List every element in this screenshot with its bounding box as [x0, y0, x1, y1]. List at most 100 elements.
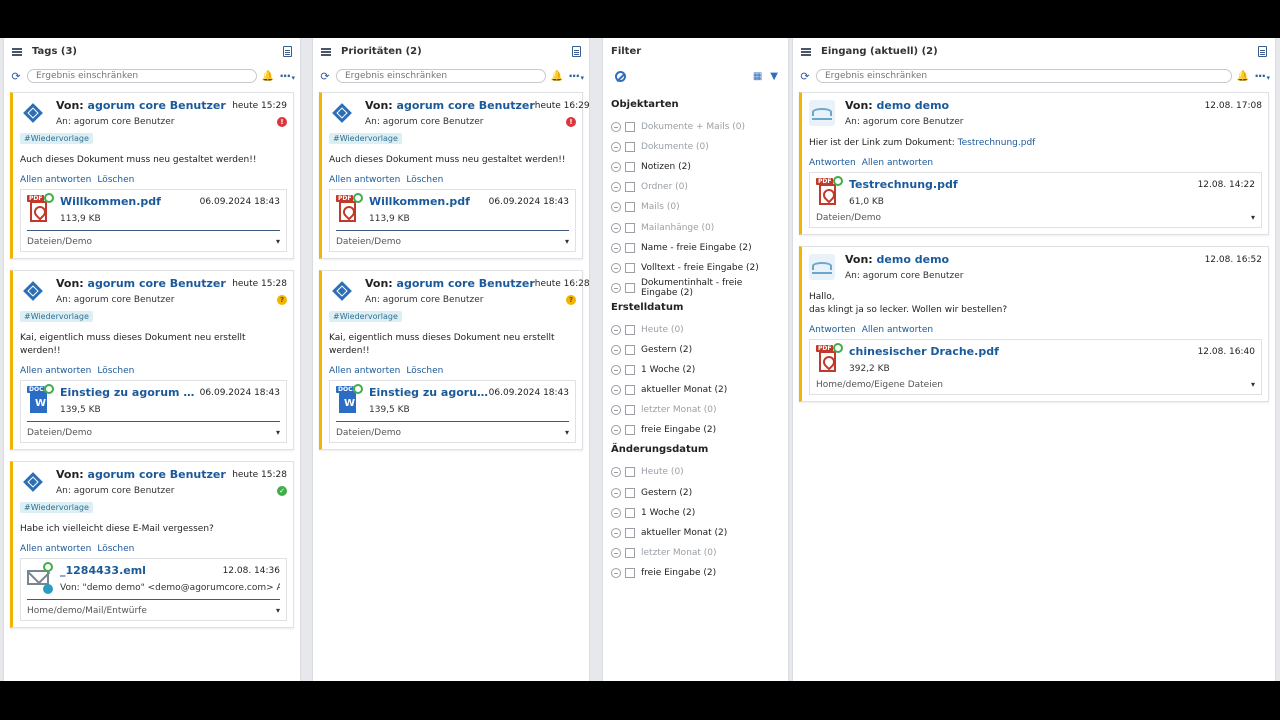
- filter-item[interactable]: Mails (0): [611, 197, 780, 217]
- filter-item[interactable]: freie Eingabe (2): [611, 563, 780, 583]
- checkbox-icon[interactable]: [625, 202, 635, 213]
- tag-badge[interactable]: #Wiedervorlage: [20, 133, 93, 144]
- minus-circle-icon[interactable]: [611, 385, 621, 396]
- attachment-name[interactable]: _1284433.eml: [60, 564, 146, 577]
- checkbox-icon[interactable]: [625, 405, 635, 416]
- checkbox-icon[interactable]: [625, 344, 635, 355]
- reply-all-link[interactable]: Allen antworten: [862, 325, 933, 335]
- filter-icon[interactable]: ▼: [770, 71, 778, 82]
- minus-circle-icon[interactable]: [611, 405, 621, 416]
- filter-item[interactable]: Volltext - freie Eingabe (2): [611, 258, 780, 278]
- minus-circle-icon[interactable]: [611, 242, 621, 253]
- path-text[interactable]: Dateien/Demo: [27, 428, 92, 438]
- path-text[interactable]: Dateien/Demo: [816, 213, 881, 223]
- refresh-icon[interactable]: ⟳: [799, 70, 811, 83]
- checkbox-icon[interactable]: [625, 527, 635, 538]
- filter-item[interactable]: Ordner (0): [611, 177, 780, 197]
- filter-item[interactable]: letzter Monat (0): [611, 400, 780, 420]
- attachment[interactable]: DOCX Einstieg zu agorum core....06.09.202…: [20, 380, 287, 443]
- checkbox-icon[interactable]: [625, 487, 635, 498]
- minus-circle-icon[interactable]: [611, 507, 621, 518]
- sender-name[interactable]: agorum core Benutzer: [88, 99, 226, 112]
- sender-name[interactable]: agorum core Benutzer: [88, 277, 226, 290]
- bell-icon[interactable]: 🔔: [1237, 71, 1249, 82]
- card[interactable]: Von: agorum core Benutzer heute 15:28 An: …: [10, 461, 294, 628]
- path-text[interactable]: Dateien/Demo: [336, 237, 401, 247]
- search-input[interactable]: [816, 69, 1232, 83]
- checkbox-icon[interactable]: [625, 365, 635, 376]
- minus-circle-icon[interactable]: [611, 262, 621, 273]
- checkbox-icon[interactable]: [625, 142, 635, 153]
- minus-circle-icon[interactable]: [611, 365, 621, 376]
- attachment-name[interactable]: Einstieg zu agorum core....: [60, 386, 200, 399]
- attachment[interactable]: PDF Willkommen.pdf 06.09.2024 18:43 113,9 K…: [329, 189, 576, 252]
- filter-item[interactable]: aktueller Monat (2): [611, 380, 780, 400]
- path-text[interactable]: Home/demo/Mail/Entwürfe: [27, 606, 147, 616]
- refresh-icon[interactable]: ⟳: [10, 70, 22, 83]
- minus-circle-icon[interactable]: [611, 487, 621, 498]
- checkbox-icon[interactable]: [625, 467, 635, 478]
- minus-circle-icon[interactable]: [611, 547, 621, 558]
- card[interactable]: Von: agorum core Benutzer heute 16:28 An: …: [319, 270, 590, 450]
- checkbox-icon[interactable]: [625, 182, 635, 193]
- more-icon[interactable]: ···: [279, 69, 294, 83]
- minus-circle-icon[interactable]: [611, 567, 621, 578]
- filter-item[interactable]: Gestern (2): [611, 483, 780, 503]
- tag-badge[interactable]: #Wiedervorlage: [20, 311, 93, 322]
- checkbox-icon[interactable]: [625, 122, 635, 133]
- menu-icon[interactable]: [321, 47, 331, 56]
- more-icon[interactable]: ···: [568, 69, 583, 83]
- chevron-down-icon[interactable]: ▾: [1251, 213, 1255, 223]
- sender-name[interactable]: agorum core Benutzer: [397, 99, 535, 112]
- path-text[interactable]: Dateien/Demo: [336, 428, 401, 438]
- checkbox-icon[interactable]: [625, 425, 635, 436]
- reply-link[interactable]: Antworten: [809, 325, 856, 335]
- card[interactable]: Von: agorum core Benutzer heute 16:29 An: …: [319, 92, 590, 259]
- search-input[interactable]: [27, 69, 257, 83]
- filter-item[interactable]: aktueller Monat (2): [611, 523, 780, 543]
- path-text[interactable]: Dateien/Demo: [27, 237, 92, 247]
- minus-circle-icon[interactable]: [611, 527, 621, 538]
- refresh-icon[interactable]: ⟳: [319, 70, 331, 83]
- attachment-name[interactable]: Testrechnung.pdf: [849, 178, 958, 191]
- minus-circle-icon[interactable]: [611, 142, 621, 153]
- checkbox-icon[interactable]: [625, 282, 635, 293]
- chevron-down-icon[interactable]: ▾: [1251, 380, 1255, 390]
- tag-badge[interactable]: #Wiedervorlage: [329, 133, 402, 144]
- minus-circle-icon[interactable]: [611, 182, 621, 193]
- filter-item[interactable]: Notizen (2): [611, 157, 780, 177]
- card[interactable]: Von: demo demo 12.08. 17:08 An: agorum cor…: [799, 92, 1269, 235]
- minus-circle-icon[interactable]: [611, 425, 621, 436]
- chevron-down-icon[interactable]: ▾: [276, 428, 280, 438]
- attachment[interactable]: _1284433.eml 12.08. 14:36 Von: "demo demo"…: [20, 558, 287, 621]
- checkbox-icon[interactable]: [625, 162, 635, 173]
- chevron-down-icon[interactable]: ▾: [276, 237, 280, 247]
- filter-clear-icon[interactable]: [615, 70, 626, 82]
- sender-name[interactable]: agorum core Benutzer: [397, 277, 535, 290]
- sender-name[interactable]: agorum core Benutzer: [88, 468, 226, 481]
- minus-circle-icon[interactable]: [611, 282, 621, 293]
- checkbox-icon[interactable]: [625, 567, 635, 578]
- reply-all-link[interactable]: Allen antworten: [329, 175, 400, 185]
- bell-icon[interactable]: 🔔: [551, 71, 563, 82]
- reply-all-link[interactable]: Allen antworten: [20, 544, 91, 554]
- select-all-icon[interactable]: ▦: [753, 71, 762, 82]
- bell-icon[interactable]: 🔔: [262, 71, 274, 82]
- search-input[interactable]: [336, 69, 546, 83]
- document-list-icon[interactable]: [283, 46, 292, 57]
- filter-item[interactable]: Mailanhänge (0): [611, 217, 780, 237]
- filter-item[interactable]: Name - freie Eingabe (2): [611, 238, 780, 258]
- attachment-name[interactable]: Willkommen.pdf: [60, 195, 161, 208]
- checkbox-icon[interactable]: [625, 262, 635, 273]
- checkbox-icon[interactable]: [625, 324, 635, 335]
- reply-all-link[interactable]: Allen antworten: [862, 158, 933, 168]
- filter-item[interactable]: freie Eingabe (2): [611, 420, 780, 440]
- minus-circle-icon[interactable]: [611, 467, 621, 478]
- checkbox-icon[interactable]: [625, 222, 635, 233]
- attachment[interactable]: DOCXEinstieg zu agorum c...06.09.2024 18…: [329, 380, 576, 443]
- checkbox-icon[interactable]: [625, 242, 635, 253]
- document-link[interactable]: Testrechnung.pdf: [958, 138, 1036, 148]
- reply-all-link[interactable]: Allen antworten: [20, 175, 91, 185]
- sender-name[interactable]: demo demo: [877, 253, 950, 266]
- filter-item[interactable]: Gestern (2): [611, 340, 780, 360]
